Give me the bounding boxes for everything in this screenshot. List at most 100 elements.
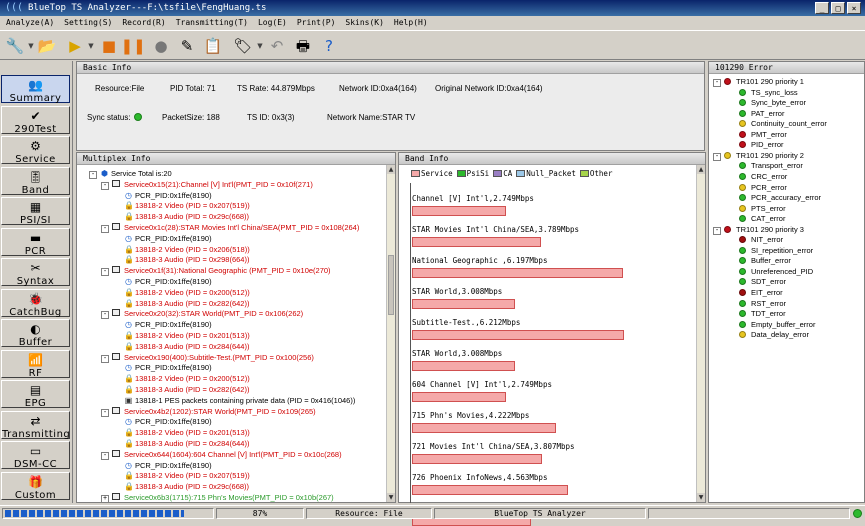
- scroll-up-icon[interactable]: ▲: [697, 165, 705, 174]
- collapse-icon[interactable]: -: [101, 311, 109, 320]
- error-item[interactable]: PAT_error: [739, 109, 784, 119]
- tree-node[interactable]: 🔒13818-2 Video (PID = 0x207(519)): [113, 201, 250, 211]
- dropdown-arrow-icon[interactable]: ▼: [256, 35, 264, 57]
- nav-buffer[interactable]: ◐ Buffer: [1, 319, 70, 348]
- edit-pencil-icon[interactable]: ✎: [176, 35, 198, 57]
- nav-290test[interactable]: ✔ 290Test: [1, 105, 70, 135]
- tree-node[interactable]: ▣ 13818-1 PES packets containing private …: [113, 396, 356, 406]
- tree-node[interactable]: 🔒13818-2 Video (PID = 0x201(513)): [113, 331, 250, 341]
- help-icon[interactable]: ?: [318, 35, 340, 57]
- tree-node[interactable]: ◷ PCR_PID:0x1ffe(8190): [113, 461, 212, 471]
- collapse-icon[interactable]: -: [713, 79, 721, 87]
- error-item[interactable]: SDT_error: [739, 277, 786, 287]
- close-button[interactable]: ×: [847, 2, 861, 14]
- multiplex-tree[interactable]: - ⬢ Service Total is:20- Service0x15(21):Ch…: [77, 165, 387, 503]
- error-item[interactable]: RST_error: [739, 299, 786, 309]
- tree-node[interactable]: - Service0x190(400):Subtitle-Test.(PMT_PI…: [101, 352, 314, 363]
- collapse-icon[interactable]: -: [101, 408, 109, 417]
- error-item[interactable]: EIT_error: [739, 288, 783, 298]
- scroll-down-icon[interactable]: ▼: [697, 493, 705, 502]
- tree-node[interactable]: 🔒13818-3 Audio (PID = 0x29c(668)): [113, 212, 249, 222]
- tree-node[interactable]: 🔒13818-3 Audio (PID = 0x29c(668)): [113, 482, 249, 492]
- error-item[interactable]: TDT_error: [739, 309, 786, 319]
- tree-node[interactable]: - Service0x644(1604):604 Channel [V] Int'…: [101, 449, 342, 460]
- play-icon[interactable]: ▶: [64, 35, 86, 57]
- tree-node[interactable]: - ⬢ Service Total is:20: [89, 169, 172, 179]
- tag-icon[interactable]: 🏷: [232, 35, 254, 57]
- analyze-tools-icon[interactable]: 🔧: [4, 35, 26, 57]
- tree-node[interactable]: 🔒13818-2 Video (PID = 0x200(512)): [113, 288, 250, 298]
- error-group[interactable]: - TR101 290 priority 2: [713, 151, 804, 161]
- tree-node[interactable]: 🔒13818-2 Video (PID = 0x200(512)): [113, 374, 250, 384]
- error-item[interactable]: Transport_error: [739, 161, 803, 171]
- collapse-icon[interactable]: -: [713, 226, 721, 235]
- error-group[interactable]: - TR101 290 priority 3: [713, 225, 804, 235]
- menu-item[interactable]: Setting(S): [64, 16, 112, 30]
- tree-node[interactable]: ◷ PCR_PID:0x1ffe(8190): [113, 363, 212, 373]
- menu-item[interactable]: Record(R): [122, 16, 165, 30]
- error-item[interactable]: SI_repetition_error: [739, 246, 813, 256]
- scroll-down-icon[interactable]: ▼: [387, 493, 395, 502]
- stop-icon[interactable]: ■: [98, 35, 120, 57]
- nav-transmitting[interactable]: ⇄ Transmitting: [1, 410, 70, 440]
- nav-custom[interactable]: 🎁 Custom: [1, 471, 70, 501]
- nav-pcr[interactable]: ▬ PCR: [1, 227, 70, 257]
- tree-node[interactable]: ◷ PCR_PID:0x1ffe(8190): [113, 191, 212, 201]
- pause-icon[interactable]: ❚❚: [120, 35, 145, 57]
- tree-node[interactable]: - Service0x15(21):Channel [V] Int'l(PMT_P…: [101, 179, 313, 190]
- tree-node[interactable]: ◷ PCR_PID:0x1ffe(8190): [113, 417, 212, 427]
- nav-summary[interactable]: 👥 Summary: [1, 75, 70, 104]
- nav-epg[interactable]: ▤ EPG: [1, 380, 70, 409]
- nav-band[interactable]: 🎚 Band: [1, 166, 70, 196]
- report-icon[interactable]: 📋: [202, 35, 224, 57]
- scroll-up-icon[interactable]: ▲: [387, 165, 395, 174]
- error-item[interactable]: Empty_buffer_error: [739, 320, 815, 330]
- tree-node[interactable]: 🔒13818-3 Audio (PID = 0x284(644)): [113, 342, 249, 352]
- menu-item[interactable]: Analyze(A): [6, 16, 54, 30]
- tree-node[interactable]: 🔒13818-3 Audio (PID = 0x284(644)): [113, 439, 249, 449]
- error-item[interactable]: PCR_error: [739, 183, 787, 193]
- collapse-icon[interactable]: -: [713, 152, 721, 161]
- menu-item[interactable]: Transmitting(T): [176, 16, 248, 30]
- error-item[interactable]: PCR_accuracy_error: [739, 193, 821, 203]
- error-group[interactable]: - TR101 290 priority 1: [713, 77, 804, 87]
- open-folder-icon[interactable]: 📂: [36, 35, 58, 57]
- tree-node[interactable]: ◷ PCR_PID:0x1ffe(8190): [113, 320, 212, 330]
- menu-item[interactable]: Skins(K): [345, 16, 384, 30]
- collapse-icon[interactable]: -: [101, 451, 109, 460]
- error-item[interactable]: PTS_error: [739, 204, 786, 214]
- nav-psi-si[interactable]: ▦ PSI/SI: [1, 197, 70, 226]
- collapse-icon[interactable]: -: [101, 181, 109, 190]
- nav-service[interactable]: ⚙ Service: [1, 136, 70, 165]
- collapse-icon[interactable]: -: [89, 171, 97, 179]
- expand-icon[interactable]: +: [101, 495, 109, 503]
- collapse-icon[interactable]: -: [101, 354, 109, 363]
- error-item[interactable]: NIT_error: [739, 235, 783, 245]
- tree-node[interactable]: - Service0x1f(31):National Geographic (PM…: [101, 266, 331, 277]
- tree-node[interactable]: ◷ PCR_PID:0x1ffe(8190): [113, 234, 212, 244]
- band-scrollbar[interactable]: ▲ ▼: [696, 165, 705, 502]
- error-item[interactable]: CRC_error: [739, 172, 787, 182]
- error-item[interactable]: CAT_error: [739, 214, 785, 224]
- error-item[interactable]: PMT_error: [739, 130, 787, 140]
- error-item[interactable]: Sync_byte_error: [739, 98, 806, 108]
- tree-node[interactable]: - Service0x20(32):STAR World(PMT_PID = 0x…: [101, 309, 303, 320]
- multiplex-scrollbar[interactable]: ▲ ▼: [386, 165, 395, 502]
- dropdown-arrow-icon[interactable]: ▼: [27, 35, 35, 57]
- tree-node[interactable]: 🔒13818-3 Audio (PID = 0x298(664)): [113, 255, 249, 265]
- menu-item[interactable]: Print(P): [297, 16, 336, 30]
- dropdown-arrow-icon[interactable]: ▼: [87, 35, 95, 57]
- nav-catchbug[interactable]: 🐞 CatchBug: [1, 288, 70, 318]
- scroll-thumb[interactable]: [388, 255, 394, 315]
- error-item[interactable]: PID_error: [739, 140, 784, 150]
- minimize-button[interactable]: _: [815, 2, 829, 14]
- tree-node[interactable]: 🔒13818-2 Video (PID = 0x207(519)): [113, 471, 250, 481]
- tree-node[interactable]: - Service0x1c(28):STAR Movies Int'l China…: [101, 223, 359, 233]
- tree-node[interactable]: 🔒13818-3 Audio (PID = 0x282(642)): [113, 385, 249, 395]
- error-item[interactable]: Buffer_error: [739, 256, 791, 266]
- nav-dsm-cc[interactable]: ▭ DSM-CC: [1, 441, 70, 470]
- nav-rf[interactable]: 📶 RF: [1, 349, 70, 379]
- tree-node[interactable]: ◷ PCR_PID:0x1ffe(8190): [113, 277, 212, 287]
- record-icon[interactable]: ●: [150, 35, 172, 57]
- error-item[interactable]: Unreferenced_PID: [739, 267, 813, 277]
